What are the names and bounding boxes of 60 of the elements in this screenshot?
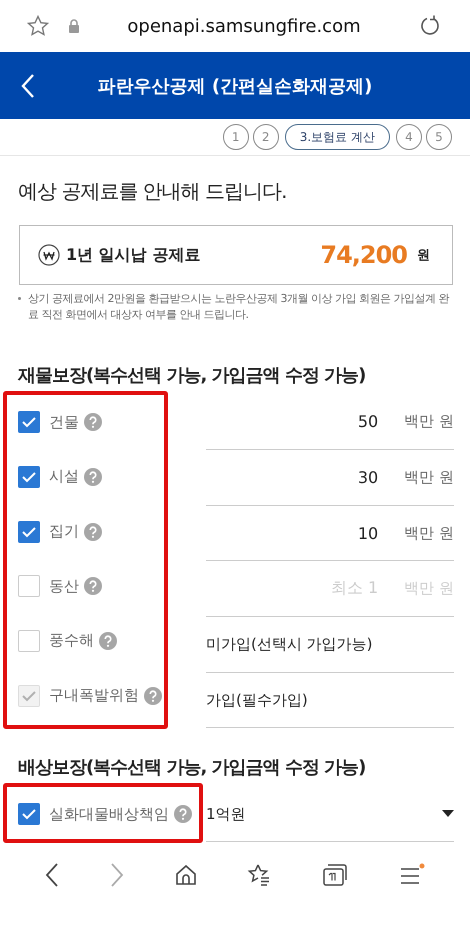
help-icon[interactable]	[84, 468, 102, 486]
url-text[interactable]: openapi.samsungfire.com	[98, 16, 390, 36]
star-icon[interactable]	[26, 14, 50, 38]
coverage-label: 시설	[49, 467, 79, 486]
back-icon[interactable]	[20, 72, 36, 98]
step-indicator: 5	[426, 124, 452, 150]
check-icon	[21, 690, 37, 702]
checkbox[interactable]	[18, 575, 40, 598]
help-icon[interactable]	[84, 577, 102, 596]
checkbox[interactable]	[18, 520, 40, 543]
home-icon[interactable]	[174, 864, 197, 886]
premium-unit: 원	[417, 247, 430, 264]
liability-section-title: 배상보장(복수선택 가능, 가입금액 수정 가능)	[18, 756, 366, 779]
back-icon[interactable]	[45, 862, 60, 887]
check-icon	[21, 526, 37, 538]
amount-value[interactable]: 30	[358, 468, 378, 488]
heading: 예상 공제료를 안내해 드립니다.	[18, 178, 288, 205]
checkbox[interactable]	[18, 630, 40, 652]
step-indicator: 2	[252, 124, 279, 150]
coverage-label: 집기	[49, 522, 79, 542]
property-section-title: 재물보장(복수선택 가능, 가입금액 수정 가능)	[18, 364, 366, 387]
coverage-label: 건물	[49, 412, 79, 432]
menu-icon[interactable]	[398, 862, 425, 887]
lock-icon	[68, 19, 80, 33]
bullet-icon	[18, 297, 21, 300]
step-indicator: 3.보험료 계산	[284, 124, 390, 150]
coverage-label: 실화대물배상책임	[49, 804, 169, 824]
tabs-icon[interactable]	[322, 862, 348, 887]
won-icon	[38, 244, 60, 266]
check-icon	[21, 470, 37, 483]
help-icon[interactable]	[84, 413, 102, 432]
caret-icon[interactable]	[442, 810, 454, 818]
note-text: 상기 공제료에서 2만원을 환급받으시는 노란우산공제 3개월 이상 가입 회원은 가입설계 완료 직전 화면에서 대상자 여부를 안내 드립니다.	[28, 291, 450, 323]
amount-value[interactable]: 50	[358, 412, 378, 432]
page-title: 파란우산공제 (간편실손화재공제)	[96, 74, 374, 98]
coverage-status: 가입(필수가입)	[206, 690, 309, 710]
help-icon[interactable]	[99, 632, 117, 650]
check-icon	[21, 808, 37, 820]
coverage-label: 동산	[49, 576, 79, 596]
check-icon	[21, 416, 37, 428]
coverage-label: 구내폭발위험	[49, 686, 139, 706]
bookmarks-icon[interactable]	[247, 862, 272, 887]
amount-value[interactable]: 10	[358, 524, 378, 543]
step-indicator: 1	[222, 124, 249, 150]
step-indicator: 4	[396, 124, 422, 150]
amount-unit: 백만 원	[404, 524, 454, 543]
coverage-label: 풍수해	[49, 631, 94, 650]
amount-unit: 백만 원	[404, 412, 454, 432]
help-icon[interactable]	[174, 805, 192, 824]
premium-label: 1년 일시납 공제료	[66, 244, 202, 266]
checkbox[interactable]	[18, 803, 40, 826]
amount-dropdown[interactable]: 1억원	[206, 804, 442, 824]
forward-icon[interactable]	[110, 862, 124, 887]
help-icon[interactable]	[84, 522, 102, 541]
help-icon[interactable]	[144, 686, 162, 705]
coverage-status: 미가입(선택시 가입가능)	[206, 635, 374, 654]
checkbox[interactable]	[18, 411, 40, 434]
amount-unit: 백만 원	[404, 468, 454, 488]
premium-amount: 74,200	[320, 241, 407, 269]
checkbox[interactable]	[18, 466, 40, 488]
